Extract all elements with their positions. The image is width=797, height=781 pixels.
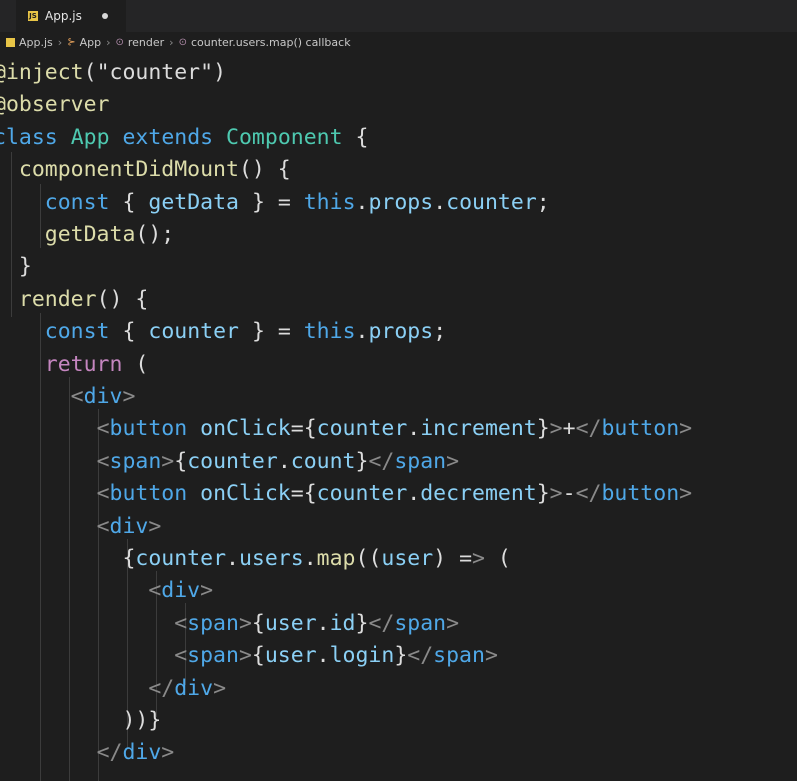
unsaved-dot-icon[interactable]	[102, 13, 108, 19]
code-line[interactable]: <span>{user.id}</span>	[0, 608, 459, 640]
breadcrumb-item-method[interactable]: render	[128, 36, 164, 49]
code-editor[interactable]: @inject("counter")@observerclass App ext…	[0, 56, 797, 781]
method-icon: ⊙	[178, 36, 187, 48]
tab-label: App.js	[45, 9, 82, 23]
code-line[interactable]: componentDidMount() {	[0, 154, 291, 186]
code-line[interactable]: @inject("counter")	[0, 57, 226, 89]
code-line[interactable]: ))}	[0, 705, 161, 737]
breadcrumb-item-file[interactable]: App.js	[19, 36, 53, 49]
code-line[interactable]: <div>	[0, 511, 162, 543]
js-file-icon: JS	[28, 11, 38, 21]
method-icon: ⊙	[115, 36, 124, 48]
breadcrumb-item-class[interactable]: App	[80, 36, 102, 49]
code-line[interactable]: <div>	[0, 575, 213, 607]
code-line[interactable]: @observer	[0, 89, 110, 121]
code-line[interactable]: }	[0, 251, 32, 283]
code-line[interactable]: <button onClick={counter.increment}>+</b…	[0, 413, 693, 445]
tab-bar: JS App.js	[0, 0, 797, 32]
breadcrumb-item-callback[interactable]: counter.users.map() callback	[191, 36, 351, 49]
code-line[interactable]: <button onClick={counter.decrement}>-</b…	[0, 478, 693, 510]
tab-app-js[interactable]: JS App.js	[16, 0, 126, 32]
breadcrumb: App.js › ⊱ App › ⊙ render › ⊙ counter.us…	[0, 32, 797, 52]
code-line[interactable]: return (	[0, 349, 149, 381]
class-icon: ⊱	[67, 36, 76, 48]
code-line[interactable]: <div>	[0, 381, 136, 413]
code-line[interactable]: const { getData } = this.props.counter;	[0, 187, 550, 219]
code-line[interactable]: </div>	[0, 673, 226, 705]
code-line[interactable]: render() {	[0, 284, 148, 316]
chevron-right-icon: ›	[106, 35, 111, 49]
chevron-right-icon: ›	[57, 35, 63, 49]
code-line[interactable]: {counter.users.map((user) => (	[0, 543, 510, 575]
code-line[interactable]: const { counter } = this.props;	[0, 316, 446, 348]
js-file-icon	[6, 37, 15, 47]
code-line[interactable]: class App extends Component {	[0, 122, 368, 154]
code-line[interactable]: <span>{counter.count}</span>	[0, 446, 460, 478]
code-line[interactable]: getData();	[0, 219, 174, 251]
code-line[interactable]: <span>{user.login}</span>	[0, 640, 498, 672]
code-line[interactable]: </div>	[0, 737, 175, 769]
chevron-right-icon: ›	[169, 35, 174, 49]
